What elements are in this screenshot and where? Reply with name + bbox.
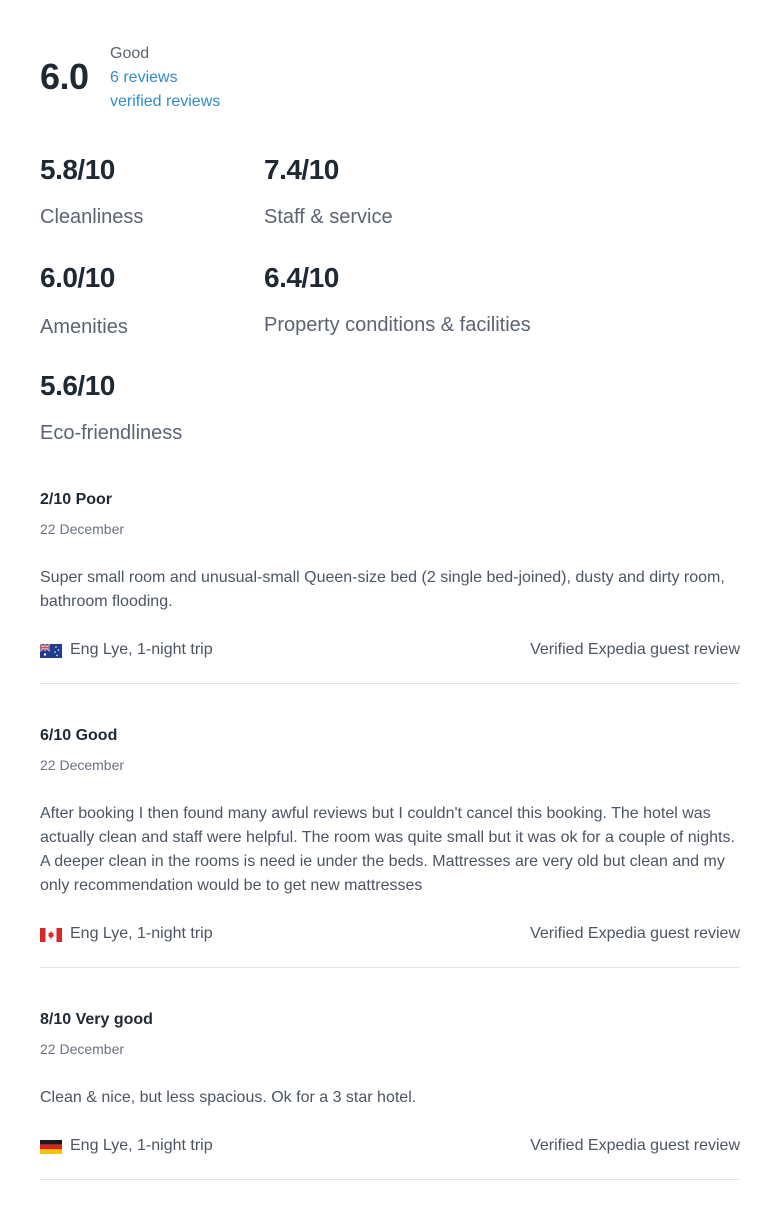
review-text: After booking I then found many awful re… [40,805,735,894]
review-item: 8/10 Very good 22 December Clean & nice,… [40,1010,740,1158]
review-footer: Eng Lye, 1-night trip Verified Expedia g… [40,1134,740,1158]
category-score: 5.8/10 [40,154,115,185]
review-footer: Eng Lye, 1-night trip Verified Expedia g… [40,922,740,946]
category-score: 7.4/10 [264,154,339,185]
review-rating: 2/10 Poor [40,491,113,508]
overall-meta: Good 6 reviews verified reviews [110,42,350,114]
review-date: 22 December [40,757,125,773]
review-item: 6/10 Good 22 December After booking I th… [40,726,740,946]
review-rating: 6/10 Good [40,727,118,744]
verified-label: Verified Expedia guest review [530,1137,740,1154]
category-amenities: 6.0/10 Amenities [40,262,128,340]
verified-label: Verified Expedia guest review [530,925,740,942]
verified-label: Verified Expedia guest review [530,641,740,658]
category-label: Property conditions & facilities [264,314,531,336]
review-rating: 8/10 Very good [40,1011,153,1028]
germany-flag-icon [40,1140,62,1154]
overall-label: Good [110,45,150,62]
category-eco-friendliness: 5.6/10 Eco-friendliness [40,370,182,446]
review-text: Clean & nice, but less spacious. Ok for … [40,1089,417,1106]
review-author: Eng Lye, 1-night trip [70,641,213,658]
review-footer: Eng Lye, 1-night trip Verified Expedia g… [40,638,740,662]
category-score: 6.0/10 [40,262,115,293]
reviews-count-link[interactable]: 6 reviews [110,66,350,90]
review-author: Eng Lye, 1-night trip [70,1137,213,1154]
category-score: 5.6/10 [40,370,115,401]
review-author: Eng Lye, 1-night trip [70,925,213,942]
category-property-conditions: 6.4/10 Property conditions & facilities [264,262,531,338]
verified-reviews-link[interactable]: verified reviews [110,90,350,114]
category-score: 6.4/10 [264,262,339,293]
category-label: Eco-friendliness [40,422,183,444]
review-date: 22 December [40,1041,125,1057]
review-item: 2/10 Poor 22 December Super small room a… [40,490,740,662]
overall-score: 6.0 [40,56,89,97]
category-cleanliness: 5.8/10 Cleanliness [40,154,143,230]
category-label: Amenities [40,316,128,338]
review-date: 22 December [40,521,125,537]
review-text: Super small room and unusual-small Queen… [40,569,725,610]
category-label: Cleanliness [40,206,144,228]
review-divider [40,683,740,684]
review-divider [40,967,740,968]
canada-flag-icon [40,928,62,942]
review-divider [40,1179,740,1180]
category-staff-service: 7.4/10 Staff & service [264,154,393,230]
category-label: Staff & service [264,206,393,228]
australia-flag-icon [40,644,62,658]
